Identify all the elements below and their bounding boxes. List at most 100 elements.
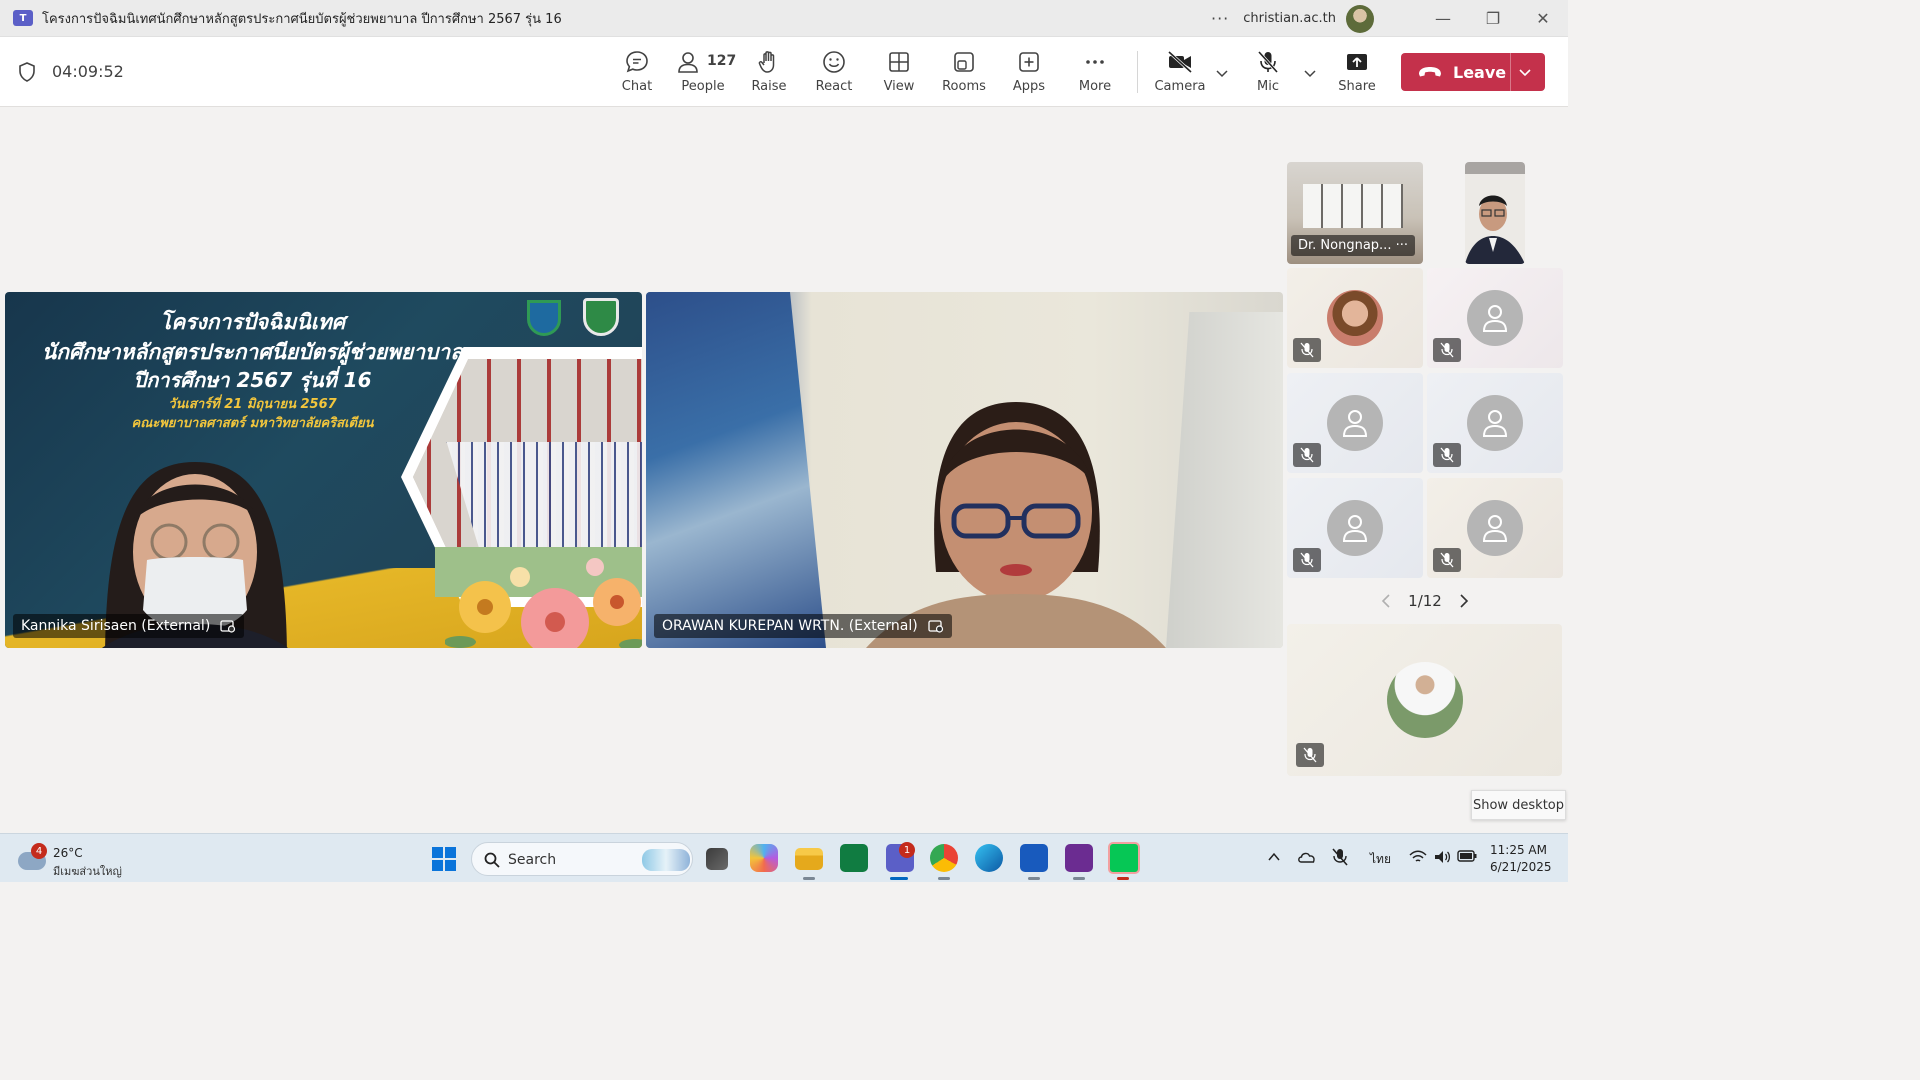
- mic-off-icon: [1300, 447, 1314, 463]
- camera-button[interactable]: Camera: [1148, 47, 1212, 99]
- chat-button[interactable]: Chat: [605, 47, 669, 99]
- search-highlight-image: [642, 849, 690, 871]
- pdf-app-icon[interactable]: [1065, 844, 1093, 872]
- video-tile-orawan[interactable]: ORAWAN KUREPAN WRTN. (External): [646, 292, 1283, 648]
- weather-widget[interactable]: 4 26°C มีเมฆส่วนใหญ่: [18, 840, 128, 878]
- taskbar-search[interactable]: Search: [471, 842, 693, 876]
- chrome-icon[interactable]: [930, 844, 958, 872]
- wifi-icon[interactable]: [1409, 850, 1427, 864]
- search-icon: [484, 852, 500, 868]
- react-button[interactable]: React: [802, 47, 866, 99]
- more-button[interactable]: More: [1063, 47, 1127, 99]
- start-button[interactable]: [432, 847, 456, 871]
- rooms-button[interactable]: Rooms: [932, 47, 996, 99]
- excel-icon[interactable]: [840, 844, 868, 872]
- rooms-label: Rooms: [942, 79, 986, 94]
- restore-icon[interactable]: ❐: [1468, 9, 1518, 28]
- clock-time[interactable]: 11:25 AM: [1490, 843, 1547, 857]
- line-app-icon[interactable]: [1108, 842, 1140, 874]
- view-button[interactable]: View: [867, 47, 931, 99]
- chevron-left-icon[interactable]: [1380, 594, 1392, 608]
- copilot-icon[interactable]: [750, 844, 778, 872]
- camera-settings-icon: [928, 620, 943, 633]
- mic-button[interactable]: Mic: [1236, 47, 1300, 99]
- mic-options-chevron-down-icon[interactable]: [1302, 65, 1318, 81]
- react-label: React: [815, 79, 853, 94]
- gallery-tile[interactable]: [1427, 478, 1563, 578]
- mic-off-icon: [1440, 552, 1454, 568]
- leave-button[interactable]: Leave: [1401, 53, 1545, 91]
- apps-button[interactable]: Apps: [997, 47, 1061, 99]
- hang-up-icon: [1419, 67, 1441, 77]
- gallery-tile[interactable]: [1427, 268, 1563, 368]
- account-name[interactable]: christian.ac.th: [1243, 11, 1336, 26]
- mic-muted-tray-icon[interactable]: [1331, 847, 1349, 867]
- shield-icon: [19, 62, 35, 82]
- gallery-tile-large[interactable]: [1287, 624, 1562, 776]
- edge-icon[interactable]: [975, 844, 1003, 872]
- slide-date-line: วันเสาร์ที่ 21 มิถุนายน 2567: [168, 397, 337, 412]
- weather-badge: 4: [31, 843, 47, 859]
- background-monitor: [646, 292, 826, 648]
- language-indicator[interactable]: ไทย: [1370, 850, 1391, 869]
- teams-notification-badge: 1: [899, 842, 915, 858]
- faculty-logo: [527, 300, 561, 336]
- speaker-icon[interactable]: [1433, 849, 1451, 865]
- hand-icon: [758, 51, 775, 73]
- gallery-tile-dr-nongnap[interactable]: Dr. Nongnap... ···: [1287, 162, 1423, 264]
- chevron-right-icon[interactable]: [1458, 594, 1470, 608]
- leave-options-chevron-down-icon[interactable]: [1517, 64, 1533, 80]
- minimize-icon[interactable]: —: [1418, 9, 1468, 28]
- mic-off-icon: [1440, 447, 1454, 463]
- participant-name: ORAWAN KUREPAN WRTN. (External): [662, 618, 918, 634]
- gallery-tile[interactable]: [1427, 373, 1563, 473]
- running-indicator: [1073, 877, 1085, 880]
- person-icon: [1467, 395, 1523, 451]
- meeting-toolbar: 04:09:52 Chat 127 People Raise React Vie…: [0, 37, 1568, 107]
- raise-hand-button[interactable]: Raise: [737, 47, 801, 99]
- share-button[interactable]: Share: [1325, 47, 1389, 99]
- people-button[interactable]: 127 People: [671, 47, 737, 99]
- page-indicator: 1/12: [1408, 592, 1442, 610]
- battery-icon[interactable]: [1457, 850, 1477, 862]
- weather-description: มีเมฆส่วนใหญ่: [53, 865, 122, 878]
- mic-off-icon: [1300, 342, 1314, 358]
- close-icon[interactable]: ✕: [1518, 9, 1568, 28]
- video-tile-kannika[interactable]: โครงการปัจฉิมนิเทศ นักศึกษาหลักสูตรประกา…: [5, 292, 642, 648]
- participant-avatar: [1327, 290, 1383, 346]
- slide-title-line3: ปีการศึกษา 2567 รุ่นที่ 16: [133, 368, 372, 392]
- account-avatar[interactable]: [1346, 4, 1374, 33]
- people-count: 127: [707, 53, 737, 69]
- more-icon: [1086, 60, 1104, 64]
- add-app-icon: [1019, 52, 1039, 72]
- gallery-tile-video[interactable]: [1465, 162, 1525, 264]
- temperature: 26°C: [53, 846, 83, 860]
- apps-label: Apps: [1012, 79, 1046, 94]
- muted-indicator: [1293, 443, 1321, 467]
- task-view-icon[interactable]: [706, 848, 728, 870]
- chevron-up-icon[interactable]: [1267, 851, 1281, 863]
- raise-label: Raise: [751, 79, 787, 94]
- clock-date[interactable]: 6/21/2025: [1490, 860, 1552, 874]
- running-indicator: [1117, 877, 1129, 880]
- participant-name: Dr. Nongnap...: [1298, 238, 1392, 253]
- word-icon[interactable]: [1020, 844, 1048, 872]
- participant-name-tag: Kannika Sirisaen (External): [13, 614, 245, 638]
- people-icon: [678, 52, 698, 73]
- gallery-tile[interactable]: [1287, 373, 1423, 473]
- people-label: People: [681, 79, 725, 94]
- camera-options-chevron-down-icon[interactable]: [1214, 65, 1230, 81]
- mic-off-icon: [1257, 50, 1279, 74]
- gallery-tile[interactable]: [1287, 268, 1423, 368]
- gallery-pager: 1/12: [1380, 591, 1470, 611]
- smiley-icon: [823, 51, 845, 73]
- participant-video-orawan: [866, 402, 1166, 648]
- search-placeholder: Search: [508, 852, 557, 868]
- gallery-tile[interactable]: [1287, 478, 1423, 578]
- person-icon: [1467, 290, 1523, 346]
- muted-indicator: [1293, 338, 1321, 362]
- onedrive-icon[interactable]: [1297, 849, 1317, 865]
- more-options-icon[interactable]: ···: [1211, 9, 1229, 28]
- mic-label: Mic: [1257, 79, 1279, 94]
- file-explorer-icon[interactable]: [795, 848, 823, 870]
